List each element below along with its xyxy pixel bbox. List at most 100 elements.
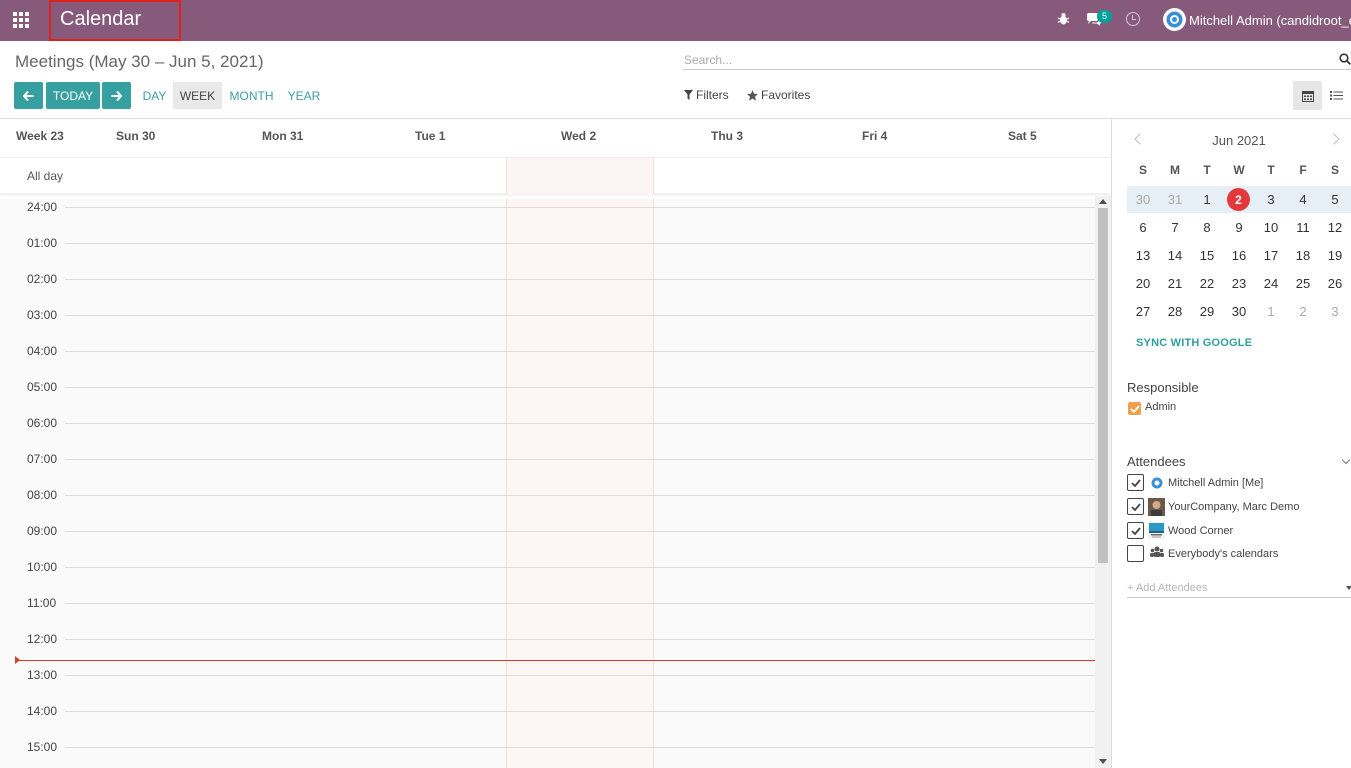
activities-clock-icon[interactable]	[1126, 12, 1140, 26]
scale-year-button[interactable]: YEAR	[282, 82, 326, 109]
hour-row[interactable]: 08:00	[0, 488, 1095, 502]
hour-row[interactable]: 04:00	[0, 344, 1095, 358]
hour-row[interactable]: 03:00	[0, 308, 1095, 322]
mini-calendar-day[interactable]: 1	[1191, 192, 1223, 207]
mini-calendar-day[interactable]: 4	[1287, 192, 1319, 207]
hour-row[interactable]: 09:00	[0, 524, 1095, 538]
mini-calendar-day[interactable]: 12	[1319, 220, 1351, 235]
day-header-sun[interactable]: Sun 30	[116, 129, 155, 143]
today-column[interactable]	[506, 199, 654, 768]
today-allday-cell[interactable]	[506, 158, 654, 194]
debug-bug-icon[interactable]	[1057, 12, 1070, 26]
mini-calendar-day[interactable]: 30	[1223, 304, 1255, 319]
previous-button[interactable]	[14, 82, 43, 109]
hour-row[interactable]: 15:00	[0, 740, 1095, 754]
hour-row[interactable]: 06:00	[0, 416, 1095, 430]
next-button[interactable]	[102, 82, 131, 109]
mini-calendar-day[interactable]: 30	[1127, 192, 1159, 207]
hour-row[interactable]: 10:00	[0, 560, 1095, 574]
hour-row[interactable]: 12:00	[0, 632, 1095, 646]
mini-calendar-day[interactable]: 5	[1319, 192, 1351, 207]
hour-row[interactable]: 13:00	[0, 668, 1095, 682]
mini-calendar-day[interactable]: 15	[1191, 248, 1223, 263]
scale-week-button[interactable]: WEEK	[173, 82, 222, 109]
mini-calendar-day[interactable]: 27	[1127, 304, 1159, 319]
hour-label: 12:00	[27, 632, 58, 646]
calendar-view-button[interactable]	[1293, 81, 1322, 110]
attendee-checkbox[interactable]	[1127, 522, 1144, 539]
app-title[interactable]: Calendar	[60, 8, 141, 31]
search-input[interactable]	[683, 51, 1351, 70]
mini-calendar-day[interactable]: 13	[1127, 248, 1159, 263]
mini-calendar-day[interactable]: 9	[1223, 220, 1255, 235]
hour-label: 03:00	[27, 308, 58, 322]
mini-calendar-day[interactable]: 17	[1255, 248, 1287, 263]
mini-calendar-title: Jun 2021	[1212, 133, 1266, 148]
hour-row[interactable]: 07:00	[0, 452, 1095, 466]
mini-calendar-day[interactable]: 21	[1159, 276, 1191, 291]
hour-row[interactable]: 05:00	[0, 380, 1095, 394]
attendee-checkbox[interactable]	[1127, 498, 1144, 515]
day-header-wed[interactable]: Wed 2	[561, 129, 596, 143]
scroll-up-arrow[interactable]	[1099, 199, 1107, 204]
mini-calendar-day[interactable]: 11	[1287, 220, 1319, 235]
mini-calendar-day[interactable]: 18	[1287, 248, 1319, 263]
mini-calendar-day[interactable]: 3	[1319, 304, 1351, 319]
mini-calendar-today[interactable]: 2	[1227, 188, 1250, 211]
day-header-tue[interactable]: Tue 1	[415, 129, 445, 143]
user-avatar[interactable]	[1163, 8, 1186, 31]
mini-calendar-day[interactable]: 1	[1255, 304, 1287, 319]
day-header-mon[interactable]: Mon 31	[262, 129, 303, 143]
time-grid[interactable]: 24:00 01:00 02:00 03:00 04:00 05:00 06:00 07:00…	[0, 199, 1111, 768]
search-icon[interactable]	[1339, 53, 1351, 65]
mini-calendar-day[interactable]: 20	[1127, 276, 1159, 291]
mini-calendar-day[interactable]: 3	[1255, 192, 1287, 207]
mini-calendar-day[interactable]: 16	[1223, 248, 1255, 263]
mini-calendar-day[interactable]: 10	[1255, 220, 1287, 235]
filters-button[interactable]: Filters	[684, 88, 729, 102]
mini-calendar-day[interactable]: 28	[1159, 304, 1191, 319]
hour-label: 10:00	[27, 560, 58, 574]
today-button[interactable]: TODAY	[46, 82, 100, 109]
list-view-button[interactable]	[1322, 81, 1351, 110]
hour-gridline	[65, 387, 1095, 388]
scale-day-button[interactable]: DAY	[137, 82, 172, 109]
mini-calendar-day[interactable]: 14	[1159, 248, 1191, 263]
hour-row[interactable]: 14:00	[0, 704, 1095, 718]
hour-row[interactable]: 02:00	[0, 272, 1095, 286]
mini-calendar-day[interactable]: 23	[1223, 276, 1255, 291]
apps-menu-icon[interactable]	[13, 12, 31, 28]
everybody-checkbox[interactable]	[1127, 545, 1144, 562]
caret-down-icon[interactable]	[1346, 586, 1351, 590]
hour-row[interactable]: 11:00	[0, 596, 1095, 610]
calendar-scrollbar[interactable]	[1095, 196, 1111, 768]
scroll-thumb[interactable]	[1098, 208, 1108, 563]
add-attendees-input[interactable]: + Add Attendees	[1127, 580, 1351, 598]
favorites-button[interactable]: Favorites	[747, 88, 810, 102]
mini-calendar-day[interactable]: 6	[1127, 220, 1159, 235]
mini-calendar-day[interactable]: 19	[1319, 248, 1351, 263]
hour-row[interactable]: 24:00	[0, 200, 1095, 214]
sync-google-link[interactable]: SYNC WITH GOOGLE	[1136, 337, 1252, 349]
mini-calendar-day[interactable]: 26	[1319, 276, 1351, 291]
mini-calendar-day[interactable]: 25	[1287, 276, 1319, 291]
day-header-thu[interactable]: Thu 3	[711, 129, 743, 143]
hour-row[interactable]: 01:00	[0, 236, 1095, 250]
chevron-down-icon[interactable]	[1341, 455, 1351, 465]
responsible-checkbox[interactable]	[1128, 402, 1141, 415]
favorites-label: Favorites	[761, 88, 811, 102]
scale-month-button[interactable]: MONTH	[224, 82, 279, 109]
mini-calendar-day[interactable]: 22	[1191, 276, 1223, 291]
mini-calendar-day[interactable]: 24	[1255, 276, 1287, 291]
mini-calendar-day[interactable]: 2	[1287, 304, 1319, 319]
allday-row[interactable]: All day	[0, 157, 1111, 194]
mini-calendar-day[interactable]: 29	[1191, 304, 1223, 319]
mini-calendar-day[interactable]: 31	[1159, 192, 1191, 207]
user-menu-name[interactable]: Mitchell Admin (candidroot_ee)	[1189, 13, 1351, 28]
mini-calendar-day[interactable]: 7	[1159, 220, 1191, 235]
attendee-checkbox[interactable]	[1127, 474, 1144, 491]
scroll-down-arrow[interactable]	[1099, 759, 1107, 764]
mini-calendar-day[interactable]: 8	[1191, 220, 1223, 235]
day-header-fri[interactable]: Fri 4	[862, 129, 887, 143]
day-header-sat[interactable]: Sat 5	[1008, 129, 1037, 143]
